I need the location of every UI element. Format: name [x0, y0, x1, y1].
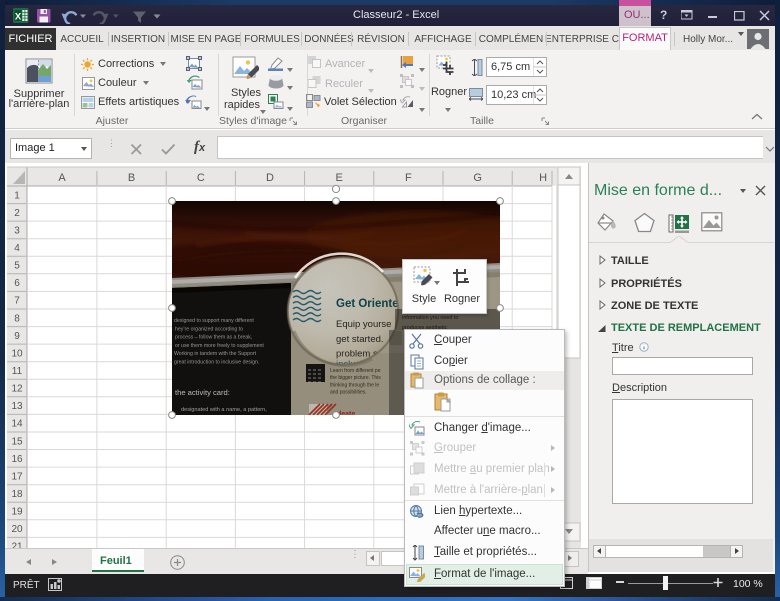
svg-text:6: 6	[14, 278, 20, 289]
svg-text:19: 19	[11, 507, 23, 518]
svg-text:14: 14	[11, 419, 23, 430]
svg-text:2: 2	[14, 208, 20, 219]
svg-text:15: 15	[11, 436, 23, 447]
svg-text:B: B	[128, 172, 135, 184]
svg-text:5: 5	[14, 261, 20, 272]
svg-text:17: 17	[11, 471, 23, 482]
svg-text:20: 20	[11, 524, 23, 535]
svg-text:9: 9	[14, 331, 20, 342]
svg-text:18: 18	[11, 489, 23, 500]
svg-text:A: A	[58, 172, 66, 184]
svg-text:1: 1	[14, 190, 20, 201]
svg-text:10: 10	[11, 348, 23, 359]
svg-text:X: X	[15, 12, 22, 23]
svg-text:7: 7	[14, 296, 20, 307]
svg-text:H: H	[539, 172, 547, 184]
svg-text:13: 13	[11, 401, 23, 412]
svg-text:4: 4	[14, 243, 20, 254]
svg-text:11: 11	[12, 366, 23, 377]
svg-text:8: 8	[14, 313, 20, 324]
svg-text:16: 16	[11, 454, 23, 465]
svg-text:3: 3	[14, 225, 20, 236]
svg-text:12: 12	[11, 384, 23, 395]
